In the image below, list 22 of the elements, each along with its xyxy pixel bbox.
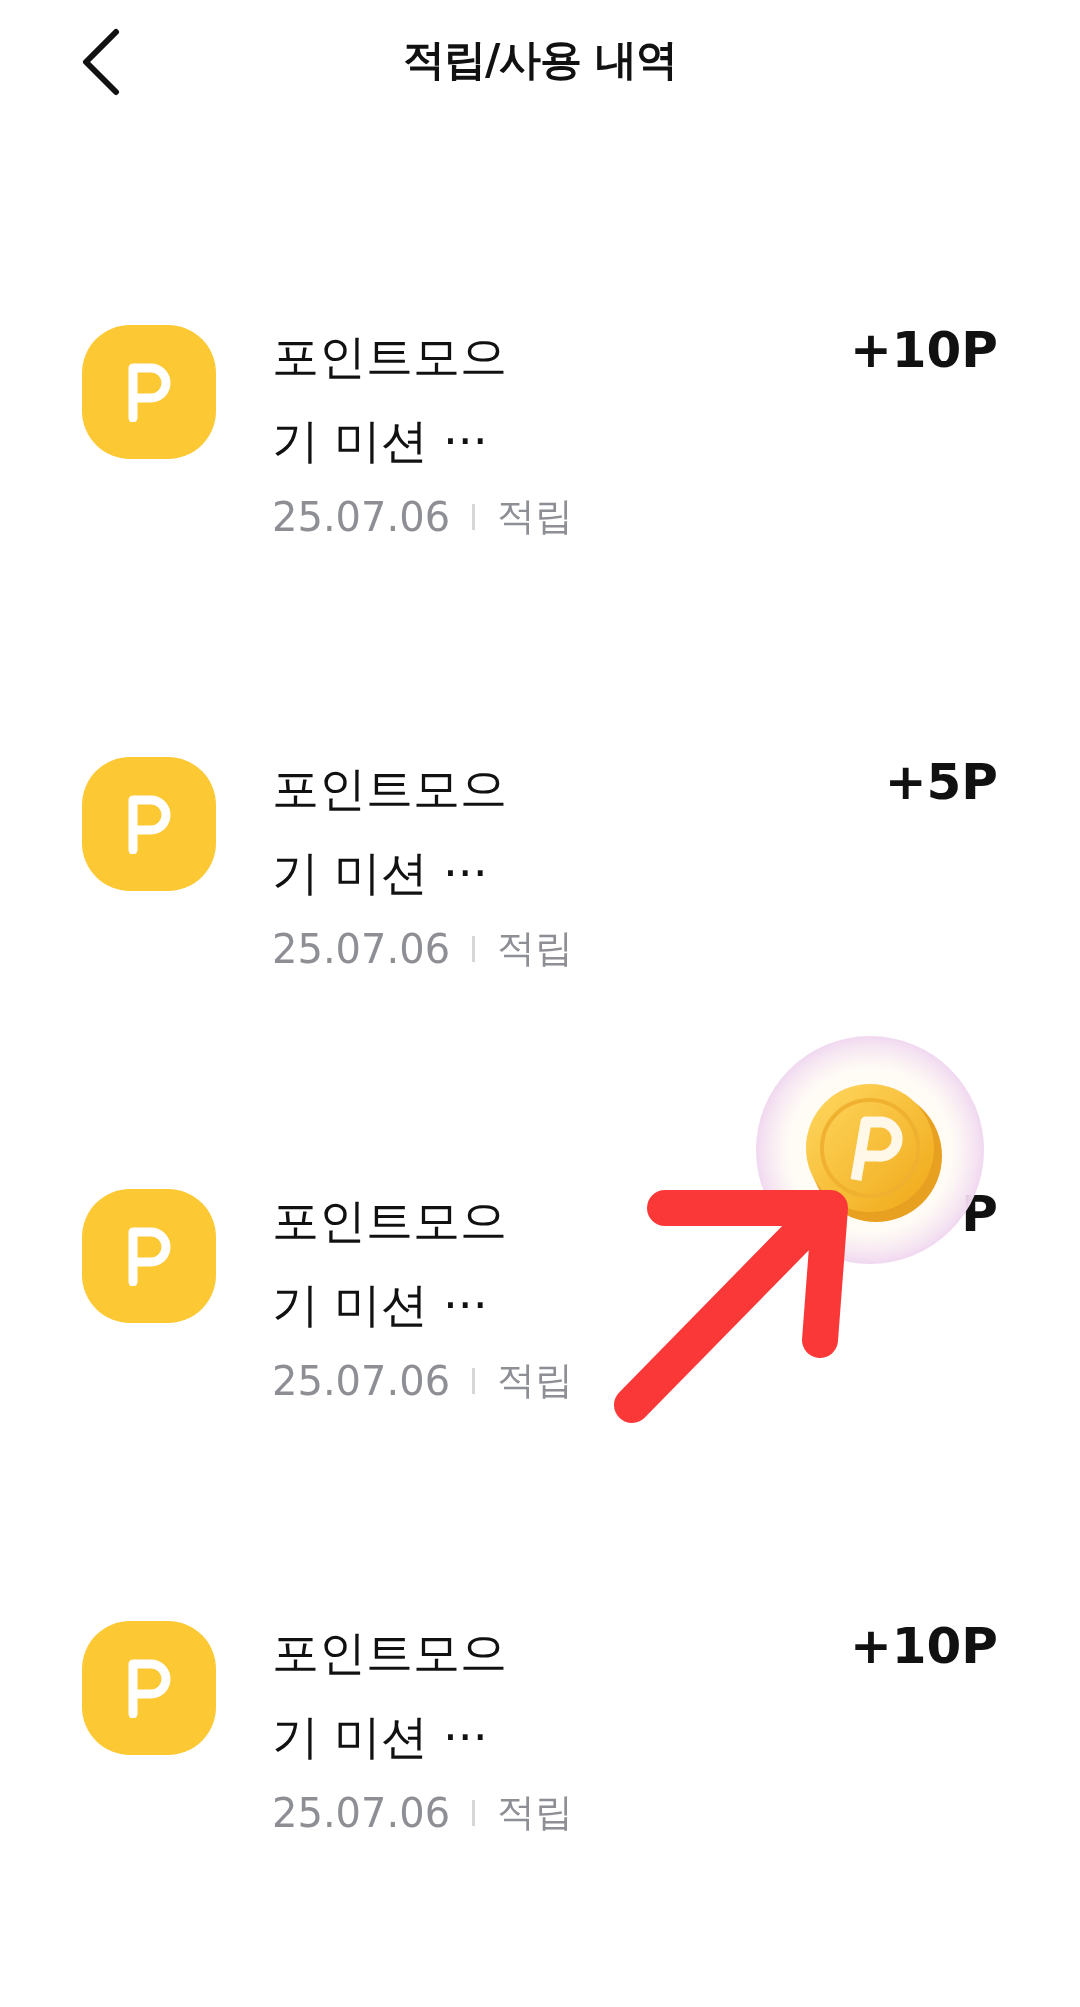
item-title: 포인트모으기 미션 ··· <box>272 1192 508 1334</box>
back-icon <box>80 28 120 96</box>
item-type: 적립 <box>497 493 574 540</box>
point-amount: +5P <box>884 753 998 811</box>
point-amount: +10P <box>849 321 998 379</box>
point-icon <box>82 1189 216 1323</box>
item-date: 25.07.06 <box>272 925 451 972</box>
item-date: 25.07.06 <box>272 1357 451 1404</box>
page-title: 적립/사용 내역 <box>403 34 677 86</box>
item-date: 25.07.06 <box>272 493 451 540</box>
point-amount: +10P <box>849 1617 998 1675</box>
point-icon <box>82 1621 216 1755</box>
item-title: 포인트모으기 미션 ··· <box>272 1624 508 1766</box>
item-type: 적립 <box>497 1789 574 1836</box>
item-date: 25.07.06 <box>272 1789 451 1836</box>
item-type: 적립 <box>497 1357 574 1404</box>
item-title: 포인트모으기 미션 ··· <box>272 760 508 902</box>
point-amount: P <box>961 1185 998 1243</box>
item-title: 포인트모으기 미션 ··· <box>272 328 508 470</box>
item-type: 적립 <box>497 925 574 972</box>
point-icon <box>82 325 216 459</box>
point-icon <box>82 757 216 891</box>
